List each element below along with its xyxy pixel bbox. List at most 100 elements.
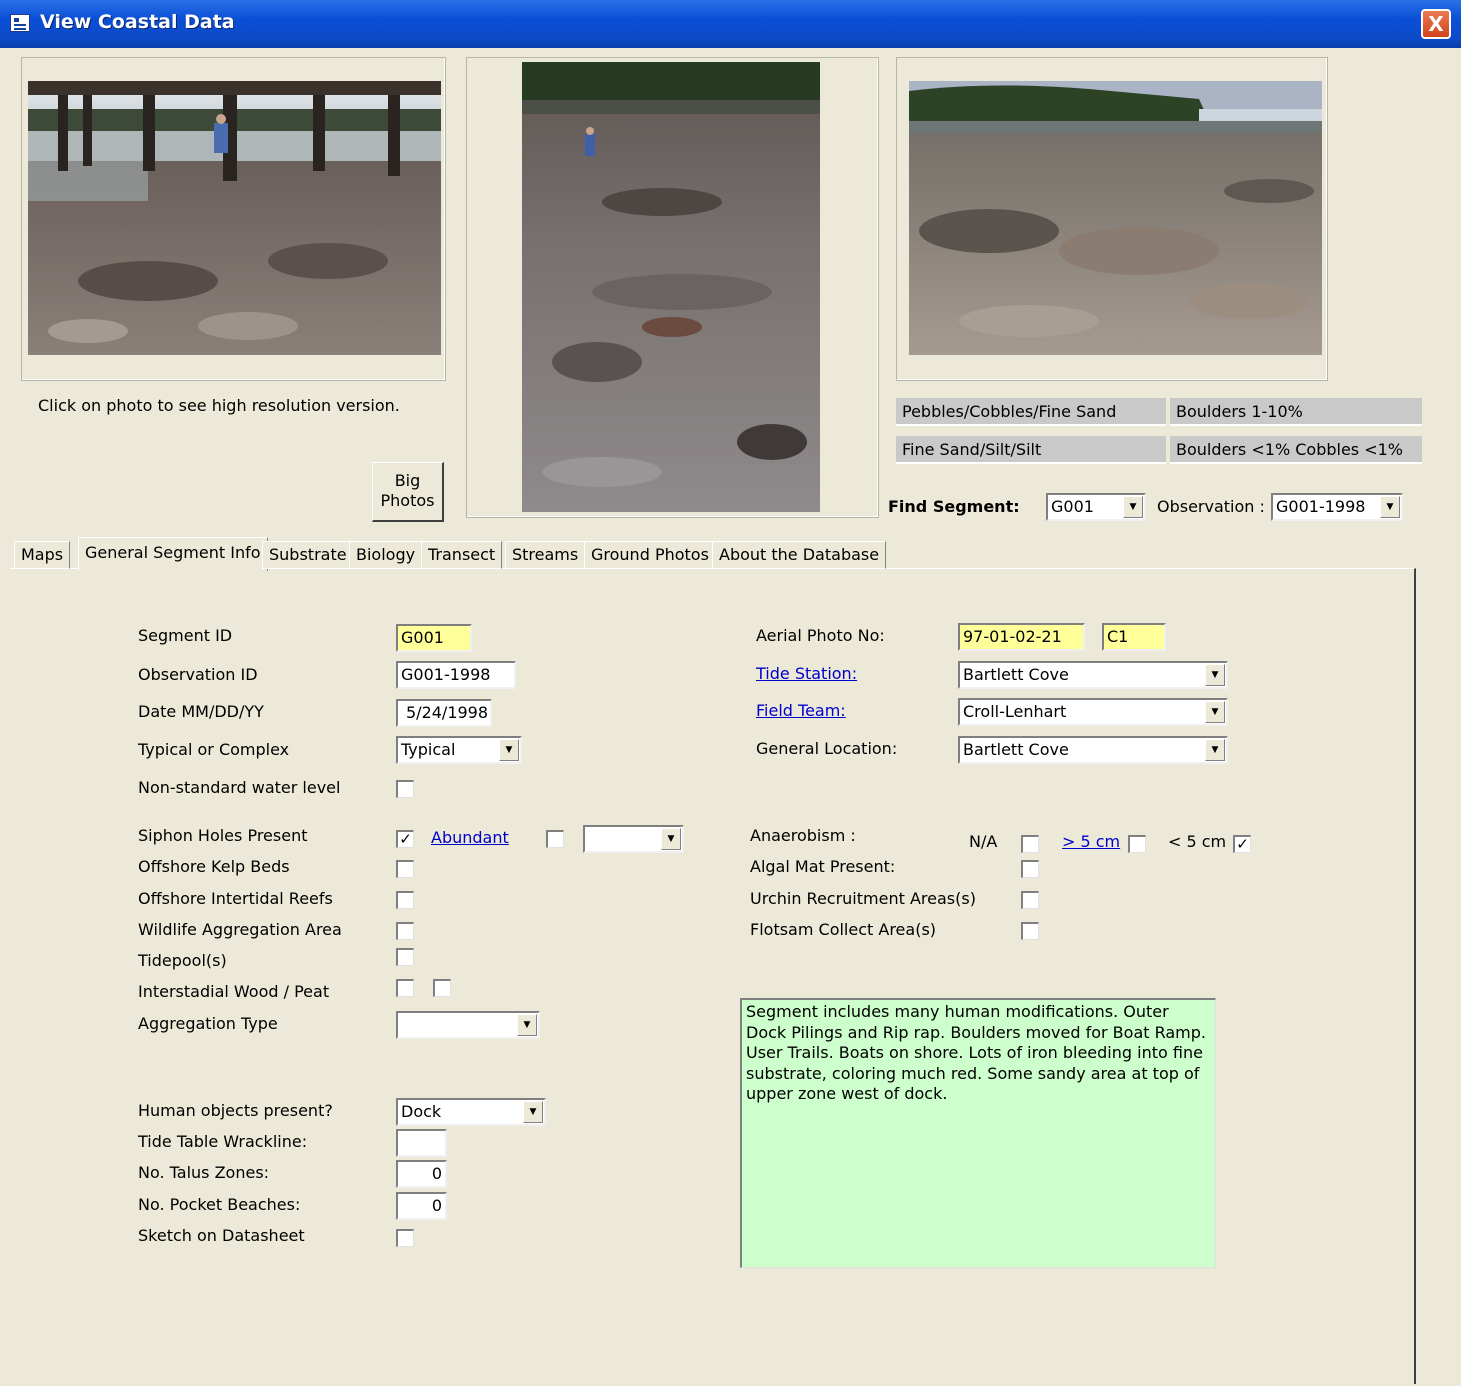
flotsam-areas-checkbox[interactable] bbox=[1021, 922, 1039, 940]
anaerobism-lt5-checkbox[interactable]: ✓ bbox=[1233, 835, 1251, 853]
general-location-value: Bartlett Cove bbox=[963, 740, 1069, 759]
algal-mat-checkbox[interactable] bbox=[1021, 860, 1039, 878]
siphon-holes-label: Siphon Holes Present bbox=[138, 826, 308, 845]
urchin-areas-checkbox[interactable] bbox=[1021, 891, 1039, 909]
aerial-photo-frame-field[interactable]: C1 bbox=[1102, 623, 1166, 651]
chevron-down-icon[interactable]: ▼ bbox=[523, 1101, 543, 1123]
intertidal-reefs-label: Offshore Intertidal Reefs bbox=[138, 889, 333, 908]
interstadial-wood-label: Interstadial Wood / Peat bbox=[138, 982, 330, 1001]
chevron-down-icon[interactable]: ▼ bbox=[1380, 496, 1400, 518]
typical-complex-label: Typical or Complex bbox=[138, 740, 290, 759]
interstadial-wood-checkbox[interactable] bbox=[396, 979, 414, 997]
aerial-photo-field[interactable]: 97-01-02-21 bbox=[958, 623, 1085, 651]
window-title: View Coastal Data bbox=[40, 11, 235, 33]
pocket-beaches-label: No. Pocket Beaches: bbox=[138, 1195, 301, 1214]
observation-combo[interactable]: G001-1998 ▼ bbox=[1271, 493, 1403, 521]
segment-id-field[interactable]: G001 bbox=[396, 624, 472, 652]
find-segment-label: Find Segment: bbox=[888, 497, 1020, 516]
general-location-label: General Location: bbox=[756, 739, 898, 758]
segment-id-label: Segment ID bbox=[138, 626, 233, 645]
field-team-combo[interactable]: Croll-Lenhart ▼ bbox=[958, 698, 1228, 726]
wrackline-field[interactable] bbox=[396, 1129, 447, 1157]
observation-id-field[interactable]: G001-1998 bbox=[396, 661, 516, 689]
anaerobism-gt5-checkbox[interactable] bbox=[1128, 835, 1146, 853]
talus-zones-field[interactable]: 0 bbox=[396, 1160, 447, 1188]
tab-biology[interactable]: Biology bbox=[349, 541, 423, 569]
ground-photo-3[interactable] bbox=[909, 81, 1322, 355]
sketch-label: Sketch on Datasheet bbox=[138, 1226, 305, 1245]
big-photos-button[interactable]: Big Photos bbox=[372, 462, 444, 522]
observation-id-label: Observation ID bbox=[138, 665, 258, 684]
siphon-abundance-combo[interactable]: ▼ bbox=[583, 825, 684, 853]
tide-station-value: Bartlett Cove bbox=[963, 665, 1069, 684]
chevron-down-icon[interactable]: ▼ bbox=[517, 1014, 537, 1036]
aggregation-type-label: Aggregation Type bbox=[138, 1014, 278, 1033]
aggregation-type-combo[interactable]: ▼ bbox=[396, 1011, 540, 1039]
observation-label: Observation : bbox=[1157, 497, 1265, 516]
chevron-down-icon[interactable]: ▼ bbox=[1123, 496, 1143, 518]
interstadial-peat-checkbox[interactable] bbox=[433, 979, 451, 997]
chevron-down-icon[interactable]: ▼ bbox=[661, 828, 681, 850]
photo-hint: Click on photo to see high resolution ve… bbox=[38, 396, 400, 415]
anaerobism-label: Anaerobism : bbox=[750, 826, 856, 845]
find-segment-combo[interactable]: G001 ▼ bbox=[1046, 493, 1146, 521]
tab-about-database[interactable]: About the Database bbox=[712, 541, 887, 569]
kelp-beds-checkbox[interactable] bbox=[396, 860, 414, 878]
typical-complex-value: Typical bbox=[401, 740, 456, 759]
tab-streams[interactable]: Streams bbox=[505, 541, 586, 569]
urchin-areas-label: Urchin Recruitment Areas(s) bbox=[750, 889, 976, 908]
human-objects-label: Human objects present? bbox=[138, 1101, 333, 1120]
intertidal-reefs-checkbox[interactable] bbox=[396, 891, 414, 909]
date-label: Date MM/DD/YY bbox=[138, 702, 264, 721]
general-location-combo[interactable]: Bartlett Cove ▼ bbox=[958, 736, 1228, 764]
substrate-row1-secondary: Boulders 1-10% bbox=[1170, 398, 1422, 426]
chevron-down-icon[interactable]: ▼ bbox=[1205, 739, 1225, 761]
nonstandard-water-checkbox[interactable] bbox=[396, 780, 414, 798]
tab-substrate[interactable]: Substrate bbox=[262, 541, 354, 569]
find-segment-value: G001 bbox=[1051, 497, 1094, 516]
wildlife-area-checkbox[interactable] bbox=[396, 922, 414, 940]
tab-ground-photos[interactable]: Ground Photos bbox=[584, 541, 716, 569]
wrackline-label: Tide Table Wrackline: bbox=[138, 1132, 308, 1151]
pocket-beaches-field[interactable]: 0 bbox=[396, 1192, 447, 1220]
nonstandard-water-label: Non-standard water level bbox=[138, 778, 341, 797]
tab-maps[interactable]: Maps bbox=[14, 541, 71, 569]
flotsam-areas-label: Flotsam Collect Area(s) bbox=[750, 920, 937, 939]
tab-general-segment-info[interactable]: General Segment Info bbox=[78, 537, 268, 571]
human-objects-value: Dock bbox=[401, 1102, 442, 1121]
sketch-checkbox[interactable] bbox=[396, 1229, 414, 1247]
anaerobism-gt5-link[interactable]: > 5 cm bbox=[1062, 832, 1120, 851]
form-icon bbox=[10, 14, 30, 32]
typical-complex-combo[interactable]: Typical ▼ bbox=[396, 736, 522, 764]
big-photos-label-line1: Big bbox=[394, 471, 421, 490]
chevron-down-icon[interactable]: ▼ bbox=[499, 739, 519, 761]
chevron-down-icon[interactable]: ▼ bbox=[1205, 664, 1225, 686]
human-objects-combo[interactable]: Dock ▼ bbox=[396, 1098, 546, 1126]
notes-textarea[interactable]: Segment includes many human modification… bbox=[740, 998, 1216, 1268]
abundant-checkbox[interactable] bbox=[546, 830, 564, 848]
aerial-photo-label: Aerial Photo No: bbox=[756, 626, 885, 645]
algal-mat-label: Algal Mat Present: bbox=[750, 857, 896, 876]
tidepools-label: Tidepool(s) bbox=[138, 951, 227, 970]
substrate-row2-primary: Fine Sand/Silt/Silt bbox=[896, 436, 1166, 464]
ground-photo-2[interactable] bbox=[522, 62, 820, 512]
tide-station-combo[interactable]: Bartlett Cove ▼ bbox=[958, 661, 1228, 689]
kelp-beds-label: Offshore Kelp Beds bbox=[138, 857, 290, 876]
chevron-down-icon[interactable]: ▼ bbox=[1205, 701, 1225, 723]
talus-zones-label: No. Talus Zones: bbox=[138, 1163, 270, 1182]
anaerobism-lt5-label: < 5 cm bbox=[1168, 832, 1227, 851]
tide-station-link[interactable]: Tide Station: bbox=[756, 664, 857, 683]
field-team-link[interactable]: Field Team: bbox=[756, 701, 846, 720]
big-photos-label-line2: Photos bbox=[380, 491, 435, 510]
observation-value: G001-1998 bbox=[1276, 497, 1366, 516]
date-field[interactable]: 5/24/1998 bbox=[396, 699, 492, 727]
anaerobism-na-checkbox[interactable] bbox=[1021, 835, 1039, 853]
tidepools-checkbox[interactable] bbox=[396, 948, 414, 966]
abundant-link[interactable]: Abundant bbox=[431, 828, 509, 847]
tab-transect[interactable]: Transect bbox=[421, 541, 503, 569]
close-button[interactable]: X bbox=[1421, 9, 1451, 39]
siphon-holes-checkbox[interactable]: ✓ bbox=[396, 830, 414, 848]
ground-photo-1[interactable] bbox=[28, 81, 441, 355]
substrate-row2-secondary: Boulders <1% Cobbles <1% bbox=[1170, 436, 1422, 464]
wildlife-area-label: Wildlife Aggregation Area bbox=[138, 920, 342, 939]
